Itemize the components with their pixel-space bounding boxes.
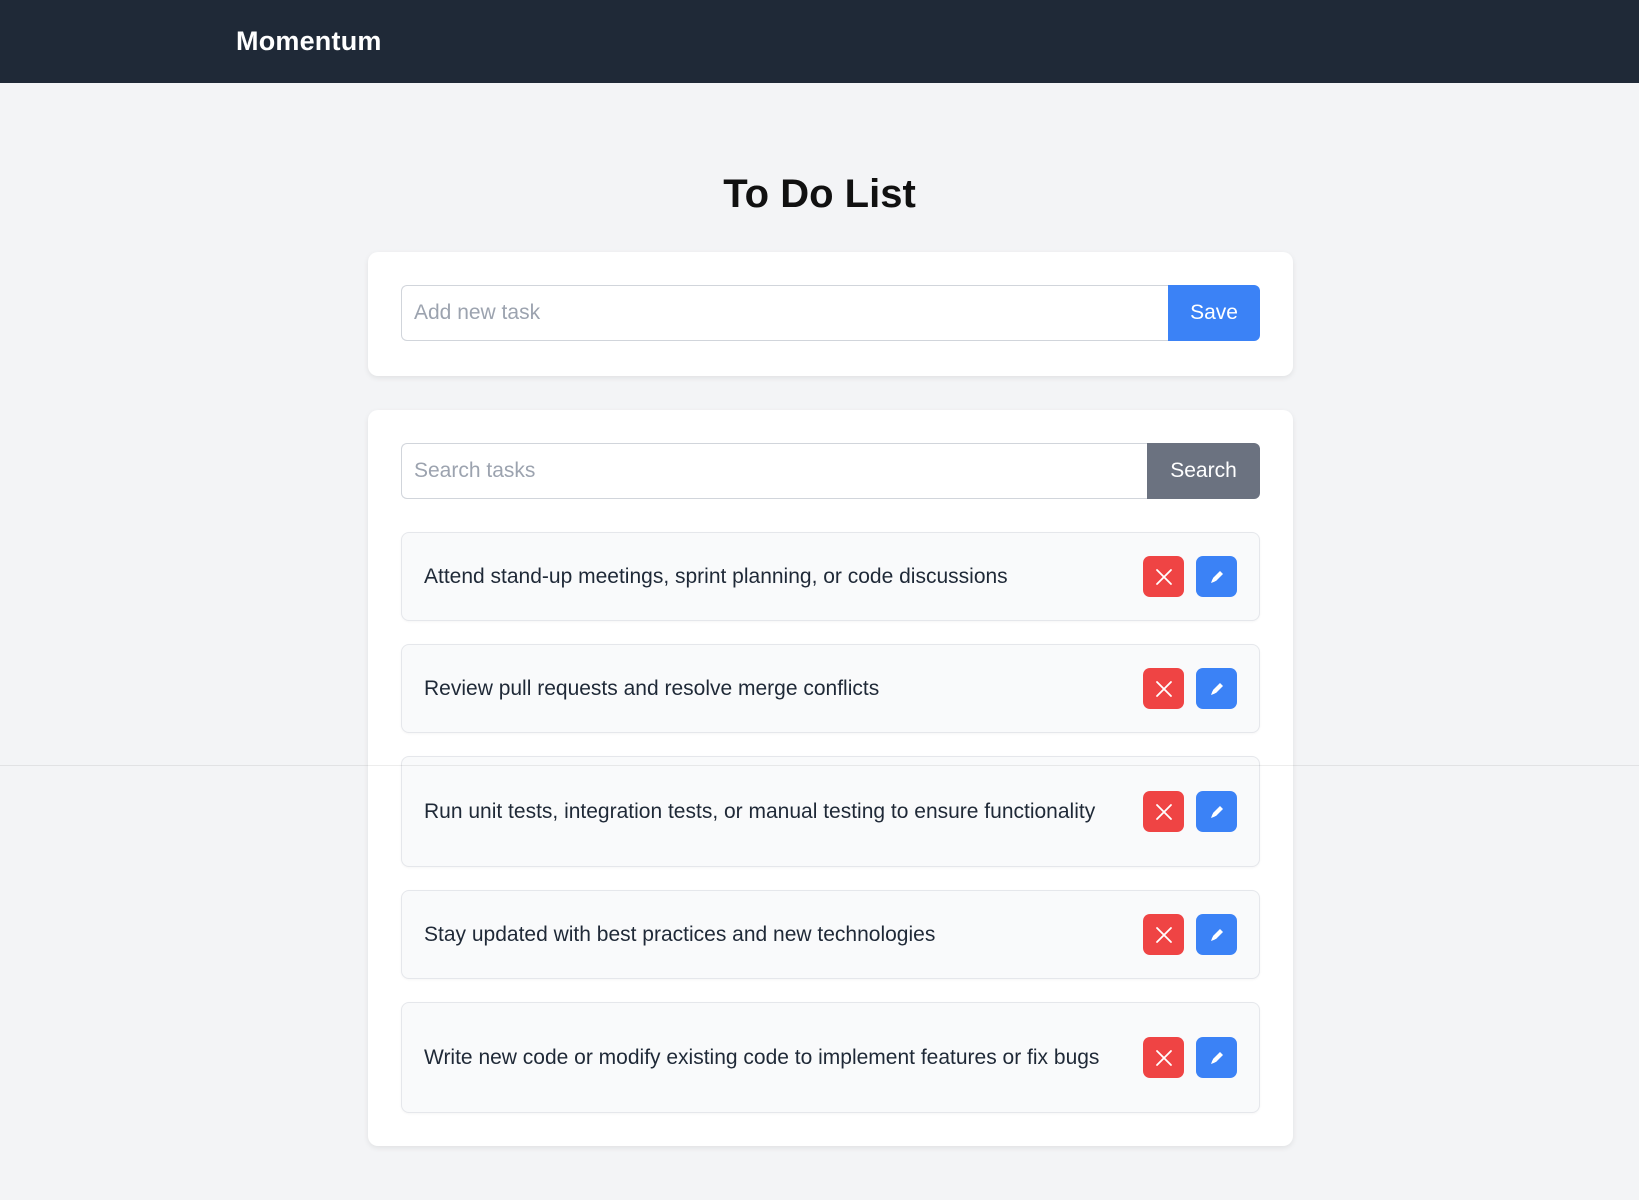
delete-task-button[interactable]: [1143, 1037, 1184, 1078]
task-item: Review pull requests and resolve merge c…: [401, 644, 1260, 733]
close-icon: [1155, 926, 1172, 943]
task-text: Write new code or modify existing code t…: [424, 1046, 1100, 1069]
edit-task-button[interactable]: [1196, 556, 1237, 597]
close-icon: [1155, 1049, 1172, 1066]
add-task-input[interactable]: [401, 285, 1168, 341]
brand-logo-text[interactable]: Momentum: [236, 26, 382, 57]
task-text: Attend stand-up meetings, sprint plannin…: [424, 565, 1008, 588]
task-list: Attend stand-up meetings, sprint plannin…: [401, 532, 1260, 1113]
page-title: To Do List: [723, 172, 916, 216]
edit-task-button[interactable]: [1196, 914, 1237, 955]
task-item: Attend stand-up meetings, sprint plannin…: [401, 532, 1260, 621]
edit-task-button[interactable]: [1196, 1037, 1237, 1078]
task-text: Run unit tests, integration tests, or ma…: [424, 800, 1096, 823]
navbar: Momentum: [0, 0, 1639, 83]
task-actions: [1143, 914, 1237, 955]
close-icon: [1155, 568, 1172, 585]
task-actions: [1143, 668, 1237, 709]
edit-task-button[interactable]: [1196, 791, 1237, 832]
edit-task-button[interactable]: [1196, 668, 1237, 709]
delete-task-button[interactable]: [1143, 556, 1184, 597]
save-button[interactable]: Save: [1168, 285, 1260, 341]
search-button[interactable]: Search: [1147, 443, 1260, 499]
pencil-icon: [1210, 1051, 1223, 1064]
delete-task-button[interactable]: [1143, 668, 1184, 709]
pencil-icon: [1210, 805, 1223, 818]
pencil-icon: [1210, 928, 1223, 941]
task-item: Run unit tests, integration tests, or ma…: [401, 756, 1260, 867]
task-text: Review pull requests and resolve merge c…: [424, 677, 880, 700]
pencil-icon: [1210, 570, 1223, 583]
task-actions: [1143, 1037, 1237, 1078]
search-form: Search: [401, 443, 1260, 499]
task-item: Stay updated with best practices and new…: [401, 890, 1260, 979]
task-item: Write new code or modify existing code t…: [401, 1002, 1260, 1113]
task-text: Stay updated with best practices and new…: [424, 923, 936, 946]
close-icon: [1155, 803, 1172, 820]
pencil-icon: [1210, 682, 1223, 695]
task-list-card: Search Attend stand-up meetings, sprint …: [368, 410, 1293, 1146]
delete-task-button[interactable]: [1143, 791, 1184, 832]
task-actions: [1143, 791, 1237, 832]
search-input[interactable]: [401, 443, 1147, 499]
task-actions: [1143, 556, 1237, 597]
delete-task-button[interactable]: [1143, 914, 1184, 955]
close-icon: [1155, 680, 1172, 697]
add-task-form: Save: [401, 285, 1260, 341]
add-task-card: Save: [368, 252, 1293, 376]
